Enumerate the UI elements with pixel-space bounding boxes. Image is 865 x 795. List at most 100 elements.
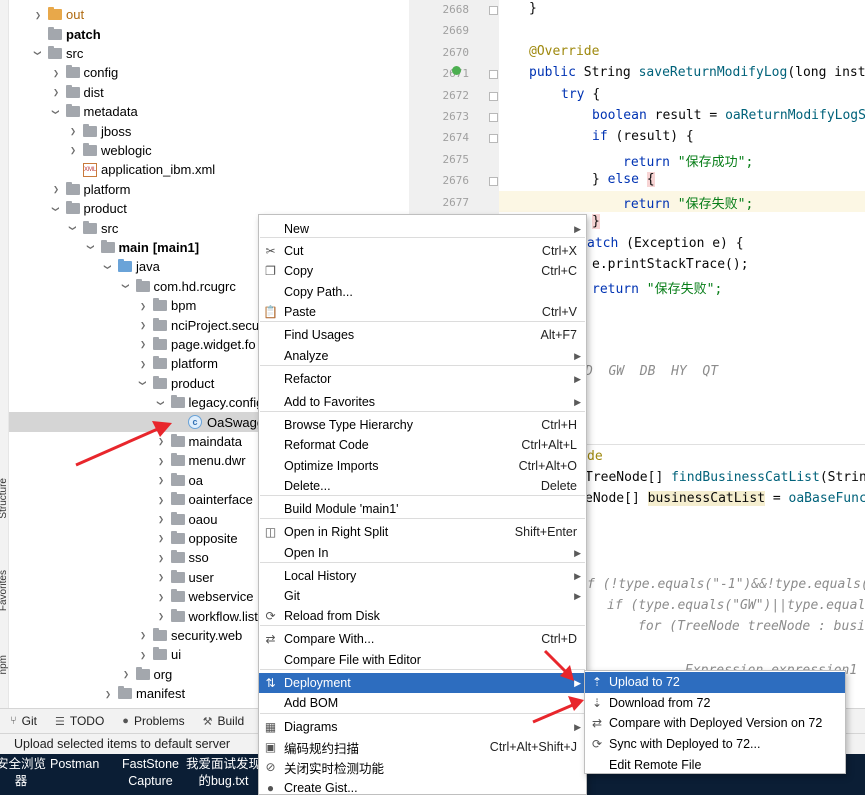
chevron-down-icon[interactable]: ❯ [87, 243, 95, 251]
chevron-right-icon[interactable]: ❯ [122, 670, 130, 678]
menu-item-deployment[interactable]: ⇅ Deployment ▶ [259, 673, 586, 694]
chevron-right-icon[interactable]: ❯ [157, 476, 165, 484]
fold-marker-icon[interactable] [489, 6, 498, 15]
chevron-right-icon[interactable]: ❯ [157, 457, 165, 465]
menu-item-optimize-imports[interactable]: Optimize Imports Ctrl+Alt+O [259, 456, 586, 476]
menu-item-find-usages[interactable]: Find Usages Alt+F7 [259, 325, 586, 345]
fold-marker-icon[interactable] [489, 113, 498, 122]
chevron-down-icon[interactable]: ❯ [157, 399, 165, 407]
chevron-right-icon[interactable]: ❯ [157, 437, 165, 445]
menu-item-copy-path[interactable]: Copy Path... [259, 282, 586, 302]
chevron-right-icon[interactable]: ❯ [139, 631, 147, 639]
chevron-right-icon[interactable]: ❯ [52, 185, 60, 193]
toolwindow-problems[interactable]: ● Problems [122, 714, 184, 728]
chevron-right-icon[interactable]: ❯ [104, 690, 112, 698]
menu-item-open-in-right-split[interactable]: ◫ Open in Right Split Shift+Enter [259, 522, 586, 542]
tree-item-patch[interactable]: patch [9, 24, 409, 43]
chevron-right-icon[interactable]: ❯ [52, 88, 60, 96]
chevron-right-icon[interactable]: ❯ [139, 321, 147, 329]
npm-tab[interactable]: npm [0, 655, 9, 674]
menu-item-open-in[interactable]: Open In ▶ [259, 543, 586, 563]
chevron-right-icon[interactable]: ❯ [157, 515, 165, 523]
menu-item-reformat-code[interactable]: Reformat Code Ctrl+Alt+L [259, 435, 586, 455]
chevron-right-icon[interactable]: ❯ [157, 593, 165, 601]
fold-marker-icon[interactable] [489, 134, 498, 144]
chevron-right-icon[interactable]: ❯ [69, 127, 77, 135]
chevron-down-icon[interactable]: ❯ [69, 224, 77, 232]
menu-item-compare-file-with-editor[interactable]: Compare File with Editor [259, 650, 586, 670]
menu-item-create-gist[interactable]: ● Create Gist... [259, 778, 586, 795]
taskbar-item[interactable]: 安全浏览器 [0, 756, 46, 790]
menu-item-refactor[interactable]: Refactor ▶ [259, 369, 586, 389]
chevron-right-icon[interactable]: ❯ [157, 534, 165, 542]
chevron-down-icon[interactable]: ❯ [139, 379, 147, 387]
run-gutter-icon[interactable] [452, 66, 461, 75]
menu-item-browse-type-hierarchy[interactable]: Browse Type Hierarchy Ctrl+H [259, 415, 586, 435]
chevron-right-icon[interactable]: ❯ [157, 612, 165, 620]
fold-marker-icon[interactable] [489, 91, 498, 101]
chevron-right-icon[interactable]: ❯ [157, 496, 165, 504]
submenu-item-edit-remote-file[interactable]: Edit Remote File [585, 754, 845, 775]
type-token: String [583, 65, 639, 80]
tree-item-platform[interactable]: ❯ platform [9, 180, 409, 199]
chevron-right-icon[interactable]: ❯ [69, 146, 77, 154]
chevron-right-icon[interactable]: ❯ [157, 554, 165, 562]
tree-item-metadata[interactable]: ❯ metadata [9, 102, 409, 121]
chevron-down-icon[interactable]: ❯ [122, 282, 130, 290]
menu-item-compare-with[interactable]: ⇄ Compare With... Ctrl+D [259, 629, 586, 649]
taskbar-item[interactable]: FastStone Capture [122, 756, 179, 790]
chevron-right-icon[interactable]: ❯ [139, 340, 147, 348]
menu-item-add-bom[interactable]: Add BOM [259, 693, 586, 713]
menu-item-label: 关闭实时检测功能 [284, 761, 385, 776]
structure-tab[interactable]: Structure [0, 478, 9, 519]
menu-item-git[interactable]: Git ▶ [259, 586, 586, 606]
menu-item-build-module-main1[interactable]: Build Module 'main1' [259, 499, 586, 519]
toolwindow-build[interactable]: ⚒ Build [203, 714, 245, 728]
menu-item-new[interactable]: New ▶ [259, 219, 586, 239]
tree-item-out[interactable]: ❯ out [9, 5, 409, 24]
menu-item-cut[interactable]: ✂ Cut Ctrl+X [259, 241, 586, 261]
taskbar-item[interactable]: Postman [50, 756, 99, 773]
taskbar-item[interactable]: 我爱面试发现 的bug.txt [186, 756, 261, 790]
toolwindow-git[interactable]: ⑂ Git [10, 714, 37, 728]
tree-item-config[interactable]: ❯ config [9, 63, 409, 82]
favorites-tab[interactable]: Favorites [0, 570, 9, 611]
chevron-down-icon[interactable]: ❯ [52, 205, 60, 213]
folder-icon [170, 569, 185, 583]
menu-item-analyze[interactable]: Analyze ▶ [259, 346, 586, 366]
chevron-right-icon[interactable]: ❯ [139, 302, 147, 310]
menu-item-shortcut: Ctrl+Alt+L [521, 438, 577, 453]
submenu-item-sync-with-deployed-to-72[interactable]: ⟳ Sync with Deployed to 72... [585, 734, 845, 755]
chevron-right-icon[interactable]: ❯ [34, 11, 42, 19]
fold-marker-icon[interactable] [489, 177, 498, 187]
tree-item-dist[interactable]: ❯ dist [9, 83, 409, 102]
submenu-item-download-from-72[interactable]: ⇣ Download from 72 [585, 693, 845, 714]
submenu-item-upload-to-72[interactable]: ⇡ Upload to 72 [585, 672, 845, 693]
tree-item-jboss[interactable]: ❯ jboss [9, 121, 409, 140]
tree-item-application-ibm-xml[interactable]: XML application_ibm.xml [9, 160, 409, 179]
chevron-right-icon[interactable]: ❯ [157, 573, 165, 581]
menu-item-paste[interactable]: 📋 Paste Ctrl+V [259, 302, 586, 322]
chevron-down-icon[interactable]: ❯ [34, 49, 42, 57]
menu-item-reload-from-disk[interactable]: ⟳ Reload from Disk [259, 606, 586, 626]
tree-item-label: java [136, 259, 160, 275]
menu-item-[interactable]: ▣ 编码规约扫描 Ctrl+Alt+Shift+J [259, 737, 586, 757]
toolwindow-todo[interactable]: ☰ TODO [55, 714, 104, 728]
chevron-right-icon[interactable]: ❯ [139, 651, 147, 659]
chevron-down-icon[interactable]: ❯ [104, 263, 112, 271]
xml-file-icon: XML [83, 162, 97, 177]
chevron-right-icon[interactable]: ❯ [52, 69, 60, 77]
fold-marker-icon[interactable] [489, 70, 498, 80]
menu-item-[interactable]: ⊘ 关闭实时检测功能 [259, 757, 586, 777]
submenu-item-compare-with-deployed-version-on-72[interactable]: ⇄ Compare with Deployed Version on 72 [585, 713, 845, 734]
menu-item-delete[interactable]: Delete... Delete [259, 476, 586, 496]
menu-item-local-history[interactable]: Local History ▶ [259, 566, 586, 586]
chevron-right-icon[interactable]: ❯ [139, 360, 147, 368]
tree-item-weblogic[interactable]: ❯ weblogic [9, 141, 409, 160]
tree-item-src[interactable]: ❯ src [9, 44, 409, 63]
menu-item-add-to-favorites[interactable]: Add to Favorites ▶ [259, 392, 586, 412]
menu-item-diagrams[interactable]: ▦ Diagrams ▶ [259, 717, 586, 737]
chevron-down-icon[interactable]: ❯ [52, 108, 60, 116]
menu-item-copy[interactable]: ❐ Copy Ctrl+C [259, 261, 586, 281]
